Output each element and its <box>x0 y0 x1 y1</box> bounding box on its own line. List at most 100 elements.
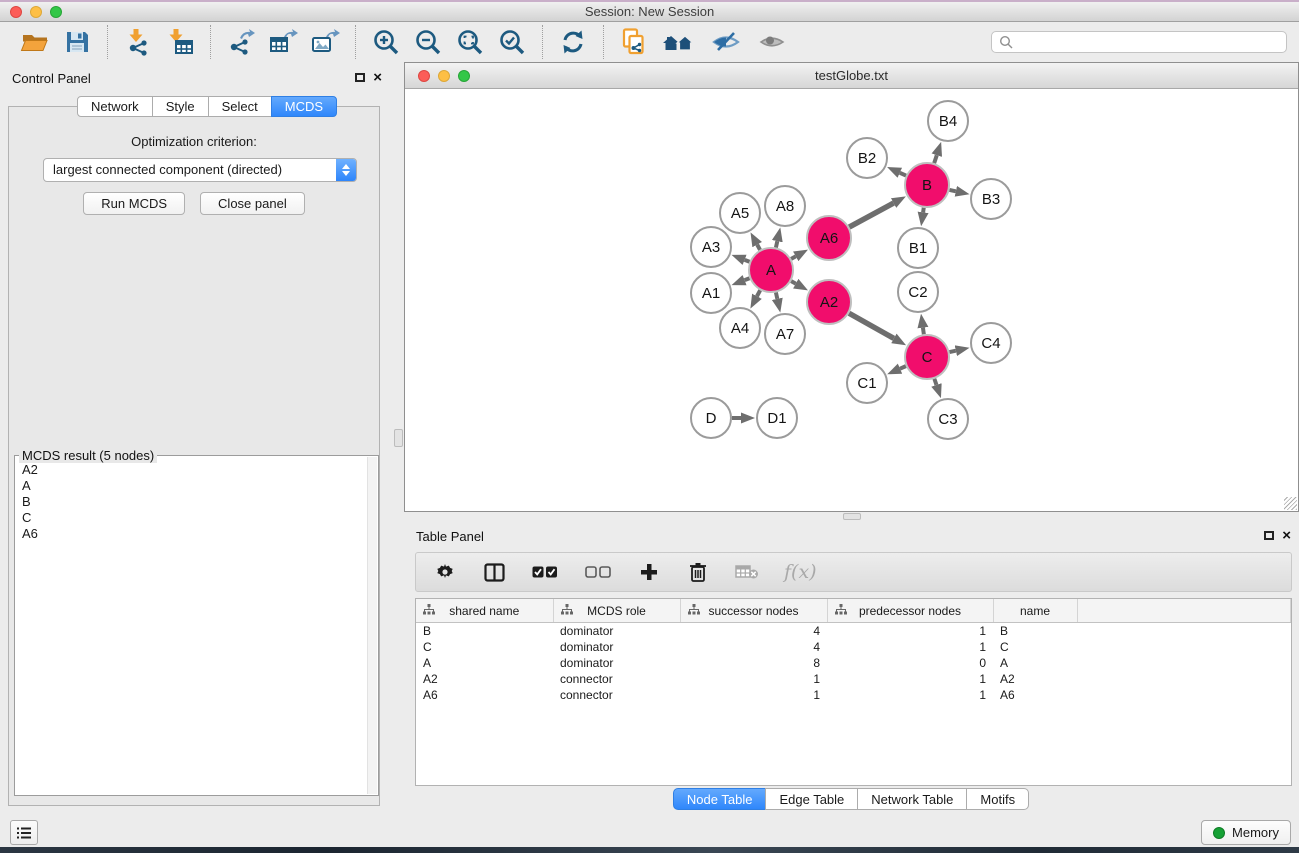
table-row[interactable]: A6connector11A6 <box>416 687 1291 703</box>
table-row[interactable]: A2connector11A2 <box>416 671 1291 687</box>
zoom-out-icon[interactable] <box>412 26 444 58</box>
deselect-all-checks-icon[interactable] <box>584 560 612 584</box>
network-minimize-button[interactable] <box>438 70 450 82</box>
table-row[interactable]: Adominator80A <box>416 655 1291 671</box>
edge-B-B2[interactable] <box>900 173 906 176</box>
edge-A-A8[interactable] <box>776 241 777 247</box>
node-D[interactable]: D <box>691 398 731 438</box>
mcds-result-item[interactable]: B <box>22 494 366 510</box>
column-header-mcds-role[interactable]: MCDS role <box>553 599 680 623</box>
open-session-icon[interactable] <box>19 26 51 58</box>
edge-B-B3[interactable] <box>949 190 955 191</box>
tab-edge-table[interactable]: Edge Table <box>765 788 858 810</box>
hide-selected-icon[interactable] <box>708 26 744 58</box>
edge-B-B1[interactable] <box>923 208 924 213</box>
search-field[interactable] <box>991 31 1287 53</box>
import-table-icon[interactable] <box>164 26 196 58</box>
node-A4[interactable]: A4 <box>720 308 760 348</box>
export-image-icon[interactable] <box>309 26 341 58</box>
edge-C-C3[interactable] <box>934 379 936 385</box>
first-neighbors-icon[interactable] <box>660 26 698 58</box>
vertical-splitter-handle[interactable] <box>394 429 403 447</box>
node-B[interactable]: B <box>905 163 949 207</box>
task-history-button[interactable] <box>10 820 38 845</box>
close-panel-button[interactable]: Close panel <box>200 192 305 215</box>
edge-A6-B[interactable] <box>849 203 893 227</box>
node-B3[interactable]: B3 <box>971 179 1011 219</box>
delete-row-icon[interactable] <box>686 560 710 584</box>
mcds-result-item[interactable]: C <box>22 510 366 526</box>
zoom-fit-icon[interactable] <box>454 26 486 58</box>
node-D1[interactable]: D1 <box>757 398 797 438</box>
edge-B-B4[interactable] <box>934 155 937 163</box>
export-table-icon[interactable] <box>267 26 299 58</box>
node-A1[interactable]: A1 <box>691 273 731 313</box>
node-C2[interactable]: C2 <box>898 272 938 312</box>
add-row-icon[interactable] <box>637 560 661 584</box>
close-window-button[interactable] <box>10 6 22 18</box>
tab-select[interactable]: Select <box>208 96 272 117</box>
show-columns-icon[interactable] <box>482 560 506 584</box>
window-resize-grip[interactable] <box>1284 497 1297 510</box>
result-scrollbar[interactable] <box>367 457 377 794</box>
edge-A-A6[interactable] <box>791 256 796 259</box>
edge-A-A7[interactable] <box>776 292 777 298</box>
node-C[interactable]: C <box>905 335 949 379</box>
node-A7[interactable]: A7 <box>765 314 805 354</box>
table-row[interactable]: Bdominator41B <box>416 623 1291 640</box>
node-B2[interactable]: B2 <box>847 138 887 178</box>
column-header-name[interactable]: name <box>993 599 1077 623</box>
column-header-predecessor-nodes[interactable]: predecessor nodes <box>827 599 993 623</box>
network-zoom-button[interactable] <box>458 70 470 82</box>
show-all-icon[interactable] <box>754 26 790 58</box>
run-mcds-button[interactable]: Run MCDS <box>83 192 185 215</box>
float-panel-icon[interactable] <box>355 73 365 82</box>
tab-network[interactable]: Network <box>77 96 153 117</box>
edge-A-A5[interactable] <box>757 245 760 250</box>
edge-A-A3[interactable] <box>745 260 750 262</box>
edge-A-A2[interactable] <box>791 281 796 284</box>
tab-style[interactable]: Style <box>152 96 209 117</box>
tab-motifs[interactable]: Motifs <box>966 788 1029 810</box>
table-row[interactable]: Cdominator41C <box>416 639 1291 655</box>
column-header-shared-name[interactable]: shared name <box>416 599 553 623</box>
edge-C-C2[interactable] <box>923 328 924 335</box>
node-B1[interactable]: B1 <box>898 228 938 268</box>
refresh-view-icon[interactable] <box>557 26 589 58</box>
export-network-icon[interactable] <box>225 26 257 58</box>
node-C3[interactable]: C3 <box>928 399 968 439</box>
tab-node-table[interactable]: Node Table <box>673 788 767 810</box>
close-panel-icon[interactable]: × <box>373 72 382 83</box>
float-table-panel-icon[interactable] <box>1264 531 1274 540</box>
search-input[interactable] <box>1014 34 1286 51</box>
mcds-result-item[interactable]: A <box>22 478 366 494</box>
zoom-selected-icon[interactable] <box>496 26 528 58</box>
node-A3[interactable]: A3 <box>691 227 731 267</box>
edge-A2-C[interactable] <box>849 313 894 338</box>
optimization-criterion-select[interactable]: largest connected component (directed) <box>43 158 357 182</box>
node-A5[interactable]: A5 <box>720 193 760 233</box>
minimize-window-button[interactable] <box>30 6 42 18</box>
node-C4[interactable]: C4 <box>971 323 1011 363</box>
memory-button[interactable]: Memory <box>1201 820 1291 845</box>
node-B4[interactable]: B4 <box>928 101 968 141</box>
select-all-checks-icon[interactable] <box>531 560 559 584</box>
node-C1[interactable]: C1 <box>847 363 887 403</box>
node-A8[interactable]: A8 <box>765 186 805 226</box>
node-A[interactable]: A <box>749 248 793 292</box>
edge-A-A1[interactable] <box>745 278 750 280</box>
mcds-result-item[interactable]: A2 <box>22 462 366 478</box>
edge-C-C4[interactable] <box>949 351 955 352</box>
mcds-result-item[interactable]: A6 <box>22 526 366 542</box>
import-network-icon[interactable] <box>122 26 154 58</box>
tab-network-table[interactable]: Network Table <box>857 788 967 810</box>
tab-mcds[interactable]: MCDS <box>271 96 337 117</box>
network-close-button[interactable] <box>418 70 430 82</box>
save-session-icon[interactable] <box>61 26 93 58</box>
zoom-in-icon[interactable] <box>370 26 402 58</box>
node-A6[interactable]: A6 <box>807 216 851 260</box>
column-settings-icon[interactable] <box>433 560 457 584</box>
close-table-panel-icon[interactable]: × <box>1282 530 1291 541</box>
horizontal-splitter-handle[interactable] <box>843 513 861 520</box>
edge-C-C1[interactable] <box>900 366 906 369</box>
